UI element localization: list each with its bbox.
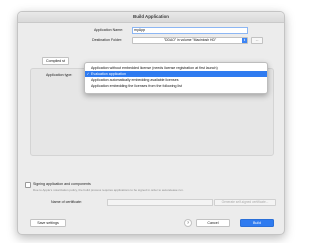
window-title: Build Application (133, 14, 169, 19)
build-application-window: Build Application Application Name: myAp… (17, 11, 285, 235)
certificate-field[interactable] (107, 199, 213, 206)
application-type-menu: Application without embedded license (ne… (84, 62, 268, 94)
choose-folder-button[interactable]: ... (251, 37, 263, 44)
application-name-label: Application Name: (94, 28, 124, 32)
certificate-label: Name of certificate: (51, 200, 82, 204)
menu-item-label: Application without embedded license (ne… (91, 66, 218, 70)
signing-checkbox[interactable] (25, 182, 31, 188)
menu-item-label: Evaluation application (91, 72, 126, 76)
menu-item-label: Application embedding the licenses from … (91, 84, 182, 88)
destination-folder-label: Destination Folder: (92, 38, 123, 42)
cancel-button[interactable]: Cancel (196, 219, 230, 227)
title-bar: Build Application (18, 12, 284, 23)
tab-compiled-structure[interactable]: Compiled st (42, 57, 69, 65)
destination-folder-value: "DDAO" in volume "Macintosh HD" (163, 38, 217, 42)
chevron-updown-icon: ⇕ (242, 38, 247, 43)
build-button[interactable]: Build (240, 219, 274, 227)
application-name-field[interactable]: myApp (132, 27, 248, 34)
save-settings-button[interactable]: Save settings (30, 219, 66, 227)
destination-folder-select[interactable]: "DDAO" in volume "Macintosh HD" ⇕ (132, 37, 248, 44)
signing-note: Due to Apple's notarization policy, the … (33, 188, 184, 192)
screen: Build Application Application Name: myAp… (0, 0, 300, 243)
generate-certificate-button[interactable]: Generate self-signed certificate... (214, 199, 276, 206)
menu-item-embed-list[interactable]: Application embedding the licenses from … (85, 83, 267, 89)
help-button[interactable]: ? (184, 219, 192, 227)
application-type-label: Application type: (46, 73, 73, 77)
menu-item-label: Application automatically embedding avai… (91, 78, 179, 82)
signing-label: Signing application and components (33, 182, 91, 186)
